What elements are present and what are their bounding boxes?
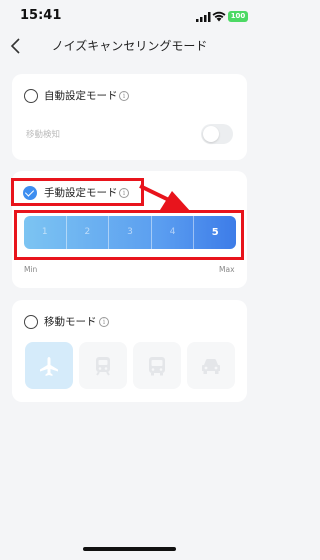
motion-detection-toggle[interactable] [201, 124, 233, 144]
auto-mode-label[interactable]: 自動設定モード [44, 88, 118, 103]
bus-icon [149, 357, 165, 376]
min-label: Min [24, 265, 38, 274]
airplane-icon [40, 357, 58, 376]
airplane-mode-tile[interactable] [25, 342, 73, 389]
car-mode-tile[interactable] [187, 342, 235, 389]
motion-detection-row: 移動検知 [24, 124, 235, 148]
max-label: Max [219, 265, 235, 274]
car-icon [202, 359, 220, 374]
page-title: ノイズキャンセリングモード [51, 39, 208, 53]
status-time: 15:41 [20, 8, 62, 23]
status-bar: 15:41 100 [0, 0, 259, 34]
train-mode-tile[interactable] [79, 342, 127, 389]
home-indicator [83, 547, 176, 551]
bus-mode-tile[interactable] [133, 342, 181, 389]
signal-icon [196, 12, 211, 22]
toggle-knob [203, 126, 219, 142]
auto-mode-card: 自動設定モード i 移動検知 [12, 74, 247, 160]
info-icon[interactable]: i [119, 91, 129, 101]
move-mode-label[interactable]: 移動モード [44, 314, 97, 329]
nav-header: ノイズキャンセリングモード [0, 34, 259, 60]
battery-indicator: 100 [228, 11, 248, 22]
annotation-box-slider [14, 210, 244, 260]
move-mode-card: 移動モード i [12, 300, 247, 402]
train-icon [96, 357, 110, 376]
info-icon[interactable]: i [99, 317, 109, 327]
auto-mode-radio[interactable] [24, 89, 38, 103]
move-mode-radio[interactable] [24, 315, 38, 329]
wifi-icon [212, 11, 226, 22]
annotation-box-label [11, 178, 144, 206]
motion-detection-label: 移動検知 [26, 130, 61, 140]
